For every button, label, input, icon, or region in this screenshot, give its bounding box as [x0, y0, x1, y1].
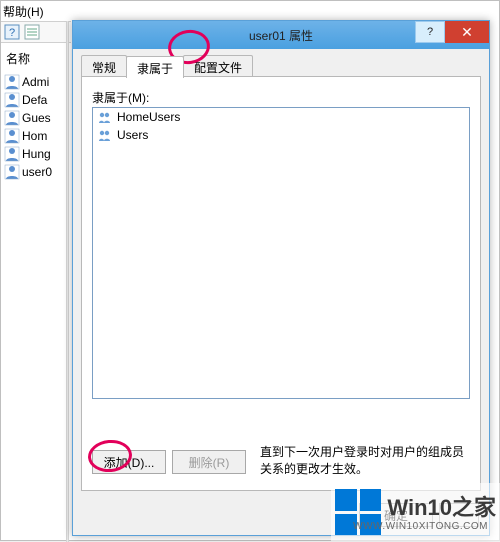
list-item-label: Hung [22, 147, 51, 161]
properties-dialog: user01 属性 ? ✕ 常规 隶属于 配置文件 隶属于(M): HomeUs… [72, 20, 490, 536]
watermark-brand: Win10之家 [387, 490, 496, 522]
close-button[interactable]: ✕ [445, 21, 489, 43]
tab-row: 常规 隶属于 配置文件 [81, 55, 252, 77]
list-item[interactable]: HomeUsers [93, 108, 469, 126]
user-icon [4, 92, 20, 108]
splitter[interactable] [66, 21, 69, 542]
help-icon[interactable]: ? [3, 23, 21, 41]
side-column-header[interactable]: 名称 [4, 46, 64, 73]
dialog-body: 常规 隶属于 配置文件 隶属于(M): HomeUsers Users 添加(D)… [73, 49, 489, 535]
group-icon [97, 109, 113, 125]
svg-text:?: ? [9, 27, 15, 39]
list-item[interactable]: Hom [4, 127, 64, 145]
user-icon [4, 110, 20, 126]
toolbar: ? [1, 21, 71, 43]
list-item[interactable]: Hung [4, 145, 64, 163]
titlebar[interactable]: user01 属性 ? ✕ [73, 21, 489, 49]
list-item-label: HomeUsers [117, 110, 180, 124]
list-item-label: Defa [22, 93, 47, 107]
titlebar-help-button[interactable]: ? [415, 21, 445, 43]
hint-text: 直到下一次用户登录时对用户的组成员关系的更改才生效。 [260, 444, 468, 478]
user-icon [4, 146, 20, 162]
side-panel: 名称 Admi Defa Gues Hom Hung user0 [4, 46, 64, 181]
tab-profile[interactable]: 配置文件 [183, 55, 253, 77]
list-item[interactable]: Admi [4, 73, 64, 91]
properties-icon[interactable] [23, 23, 41, 41]
tab-general[interactable]: 常规 [81, 55, 127, 77]
remove-button: 删除(R) [172, 450, 246, 474]
watermark-url: WWW.WIN10XITONG.COM [353, 521, 488, 532]
user-icon [4, 74, 20, 90]
user-icon [4, 128, 20, 144]
tab-panel: 隶属于(M): HomeUsers Users 添加(D)... 删除(R) 直到… [81, 76, 481, 491]
add-button[interactable]: 添加(D)... [92, 450, 166, 474]
list-item-label: user0 [22, 165, 52, 179]
list-item[interactable]: user0 [4, 163, 64, 181]
tab-member-of[interactable]: 隶属于 [126, 56, 184, 78]
list-item[interactable]: Users [93, 126, 469, 144]
list-item[interactable]: Gues [4, 109, 64, 127]
list-item-label: Hom [22, 129, 47, 143]
user-icon [4, 164, 20, 180]
list-item-label: Users [117, 128, 148, 142]
menu-help[interactable]: 帮助(H) [3, 3, 44, 20]
member-of-label: 隶属于(M): [92, 89, 149, 106]
member-of-list[interactable]: HomeUsers Users [92, 107, 470, 399]
list-item-label: Admi [22, 75, 49, 89]
list-item[interactable]: Defa [4, 91, 64, 109]
list-item-label: Gues [22, 111, 51, 125]
group-icon [97, 127, 113, 143]
watermark: Win10之家 WWW.WIN10XITONG.COM [331, 483, 500, 541]
